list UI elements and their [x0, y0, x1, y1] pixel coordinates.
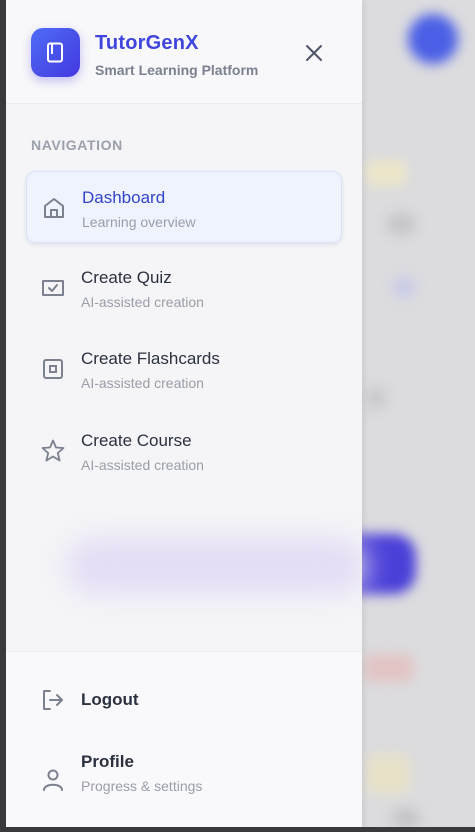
nav-item-title: Create Course — [81, 431, 192, 450]
app-window: TutorGenX Smart Learning Platform NAVIGA… — [6, 0, 475, 827]
nav-item-subtitle: Learning overview — [82, 214, 196, 230]
nav-item-dashboard[interactable]: Dashboard Learning overview — [26, 171, 342, 243]
nav-item-title: Dashboard — [82, 188, 166, 207]
star-icon — [41, 439, 65, 462]
drawer-footer: Logout Profile Progress & settings — [6, 651, 362, 827]
background-badge — [364, 654, 414, 682]
nav-item-create-course[interactable]: Create Course AI-assisted creation — [26, 415, 342, 487]
user-icon — [43, 769, 63, 791]
background-card — [366, 386, 386, 410]
background-avatar — [408, 14, 458, 64]
nav-item-title: Create Quiz — [81, 268, 172, 287]
app-logo — [31, 28, 80, 77]
app-subtitle: Smart Learning Platform — [95, 62, 259, 78]
background-card — [392, 276, 416, 298]
nav-item-create-quiz[interactable]: Create Quiz AI-assisted creation — [26, 252, 342, 324]
close-drawer-button[interactable] — [302, 41, 326, 65]
profile-subtitle: Progress & settings — [81, 778, 203, 794]
decorative-glow — [66, 538, 366, 594]
nav-item-subtitle: AI-assisted creation — [81, 457, 204, 473]
quiz-check-icon — [42, 280, 64, 296]
close-icon — [306, 45, 322, 61]
logout-label: Logout — [81, 690, 139, 709]
logout-icon — [43, 690, 63, 710]
section-label-navigation: NAVIGATION — [31, 137, 123, 153]
profile-button[interactable]: Profile Progress & settings — [26, 744, 342, 816]
app-title: TutorGenX — [95, 32, 199, 54]
profile-label: Profile — [81, 752, 134, 771]
navigation-drawer: TutorGenX Smart Learning Platform NAVIGA… — [6, 0, 366, 827]
nav-item-subtitle: AI-assisted creation — [81, 375, 204, 391]
background-card — [366, 754, 410, 794]
home-icon — [44, 198, 64, 218]
logout-button[interactable]: Logout — [26, 670, 342, 730]
nav-item-subtitle: AI-assisted creation — [81, 294, 204, 310]
book-icon — [47, 42, 63, 63]
flashcard-icon — [43, 359, 63, 379]
background-card — [386, 212, 416, 236]
drawer-header: TutorGenX Smart Learning Platform — [6, 0, 362, 104]
background-card — [391, 808, 421, 827]
nav-item-title: Create Flashcards — [81, 349, 220, 368]
background-card — [366, 160, 406, 186]
nav-item-create-flashcards[interactable]: Create Flashcards AI-assisted creation — [26, 333, 342, 405]
